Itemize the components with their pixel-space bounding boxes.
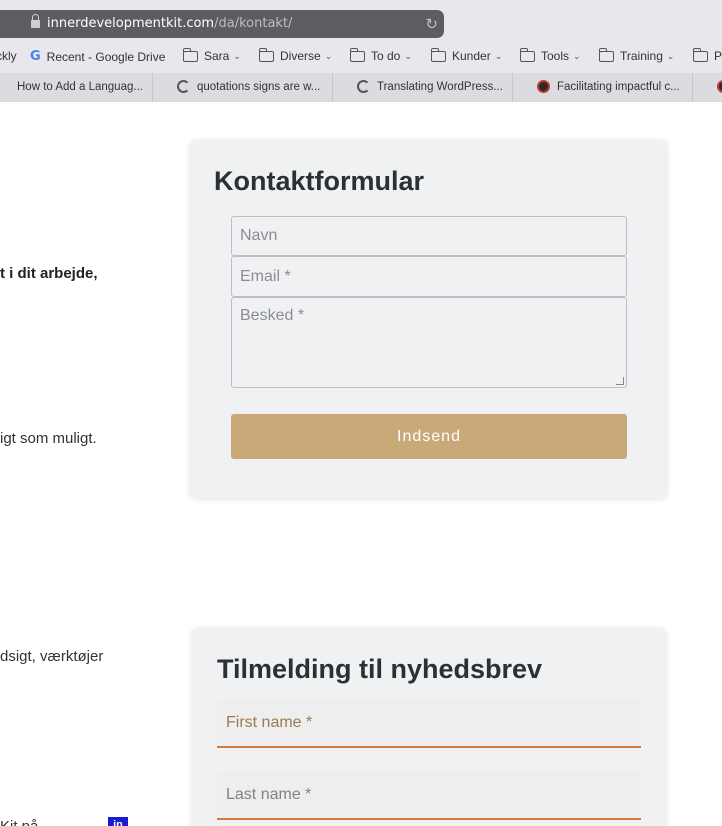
body-text: igt som muligt. <box>0 430 97 447</box>
reload-icon[interactable]: ↻ <box>425 10 438 38</box>
browser-tab[interactable]: Facilitating impactful c... <box>513 73 693 102</box>
folder-icon <box>259 47 274 62</box>
tab-strip: How to Add a Languag... quotations signs… <box>0 73 722 102</box>
linkedin-icon[interactable]: in <box>108 817 128 826</box>
bookmark-label: Kunder <box>452 49 491 63</box>
last-name-placeholder: Last name * <box>226 786 312 803</box>
folder-icon <box>350 47 365 62</box>
google-icon: G <box>30 49 41 64</box>
url-domain: innerdevelopmentkit.com <box>47 16 215 31</box>
tab-label: Translating WordPress... <box>377 81 503 93</box>
tab-favicon-icon <box>717 80 722 93</box>
folder-icon <box>431 47 446 62</box>
folder-icon <box>520 47 535 62</box>
contact-form-card: Kontaktformular Navn Email * Besked * In… <box>190 140 667 498</box>
lock-icon <box>31 14 40 29</box>
first-name-placeholder: First name * <box>226 714 313 731</box>
name-placeholder: Navn <box>240 227 278 244</box>
resize-handle-icon[interactable] <box>616 377 624 385</box>
bookmark-folder[interactable]: Kunder ⌄ <box>431 47 503 63</box>
bookmark-label: ckly <box>0 49 17 63</box>
bookmarks-bar: ckly GRecent - Google Drive Sara⌄ Divers… <box>0 44 722 70</box>
chevron-down-icon: ⌄ <box>573 50 581 61</box>
name-field[interactable]: Navn <box>231 216 627 256</box>
browser-tab[interactable]: Translating WordPress... <box>333 73 513 102</box>
tab-favicon-icon <box>357 80 370 93</box>
address-bar[interactable]: innerdevelopmentkit.com/da/kontakt/ ↻ <box>0 10 444 38</box>
bookmark-label: To do <box>371 49 401 63</box>
submit-button[interactable]: Indsend <box>231 414 627 459</box>
chevron-down-icon: ⌄ <box>324 50 333 61</box>
email-placeholder: Email * <box>240 268 291 285</box>
bookmark-item[interactable]: ckly <box>0 49 17 63</box>
message-textarea[interactable]: Besked * <box>231 297 627 388</box>
bookmark-label: P <box>714 49 722 63</box>
last-name-field[interactable]: Last name * <box>217 772 641 820</box>
intro-text: t i dit arbejde, <box>0 265 98 282</box>
tab-favicon-icon <box>177 80 190 93</box>
url-path: /da/kontakt/ <box>214 16 293 31</box>
tab-favicon-icon <box>537 80 550 93</box>
body-text: Kit på <box>0 818 38 826</box>
bookmark-folder[interactable]: To do ⌄ <box>350 47 412 63</box>
tab-favicon-icon <box>0 80 10 93</box>
folder-icon <box>599 47 614 62</box>
bookmark-folder[interactable]: P <box>693 47 722 63</box>
bookmark-folder[interactable]: Tools ⌄ <box>520 47 581 63</box>
tab-label: How to Add a Languag... <box>17 81 143 93</box>
bookmark-item[interactable]: G Recent - Google Drive <box>30 49 165 64</box>
chevron-down-icon: ⌄ <box>494 50 503 61</box>
bookmark-label: Training <box>620 49 663 63</box>
newsletter-title: Tilmelding til nyhedsbrev <box>217 654 543 684</box>
first-name-field[interactable]: First name * <box>217 700 641 748</box>
newsletter-card: Tilmelding til nyhedsbrev First name * L… <box>192 628 666 826</box>
bookmark-folder[interactable]: Training ⌄ <box>599 47 675 63</box>
chevron-down-icon: ⌄ <box>666 50 675 61</box>
bookmark-folder[interactable]: Diverse ⌄ <box>259 47 333 63</box>
bookmark-label: Recent - Google Drive <box>46 49 166 64</box>
browser-tab[interactable]: quotations signs are w... <box>153 73 333 102</box>
tab-label: quotations signs are w... <box>197 81 321 93</box>
folder-icon <box>693 47 708 62</box>
message-placeholder: Besked * <box>240 307 305 324</box>
chevron-down-icon: ⌄ <box>404 50 412 61</box>
folder-icon <box>183 47 198 62</box>
browser-chrome: innerdevelopmentkit.com/da/kontakt/ ↻ ck… <box>0 0 722 102</box>
browser-tab[interactable] <box>693 73 722 102</box>
address-url[interactable]: innerdevelopmentkit.com/da/kontakt/ <box>47 10 292 38</box>
bookmark-folder[interactable]: Sara ⌄ <box>183 47 241 63</box>
chevron-down-icon: ⌄ <box>233 50 241 61</box>
bookmark-label: Diverse <box>280 49 321 63</box>
browser-tab[interactable]: How to Add a Languag... <box>0 73 153 102</box>
contact-form-title: Kontaktformular <box>214 166 425 196</box>
body-text: dsigt, værktøjer <box>0 648 104 665</box>
tab-label: Facilitating impactful c... <box>557 81 680 93</box>
bookmark-label: Sara <box>204 49 230 63</box>
email-field[interactable]: Email * <box>231 256 627 297</box>
bookmark-label: Tools <box>541 49 570 63</box>
